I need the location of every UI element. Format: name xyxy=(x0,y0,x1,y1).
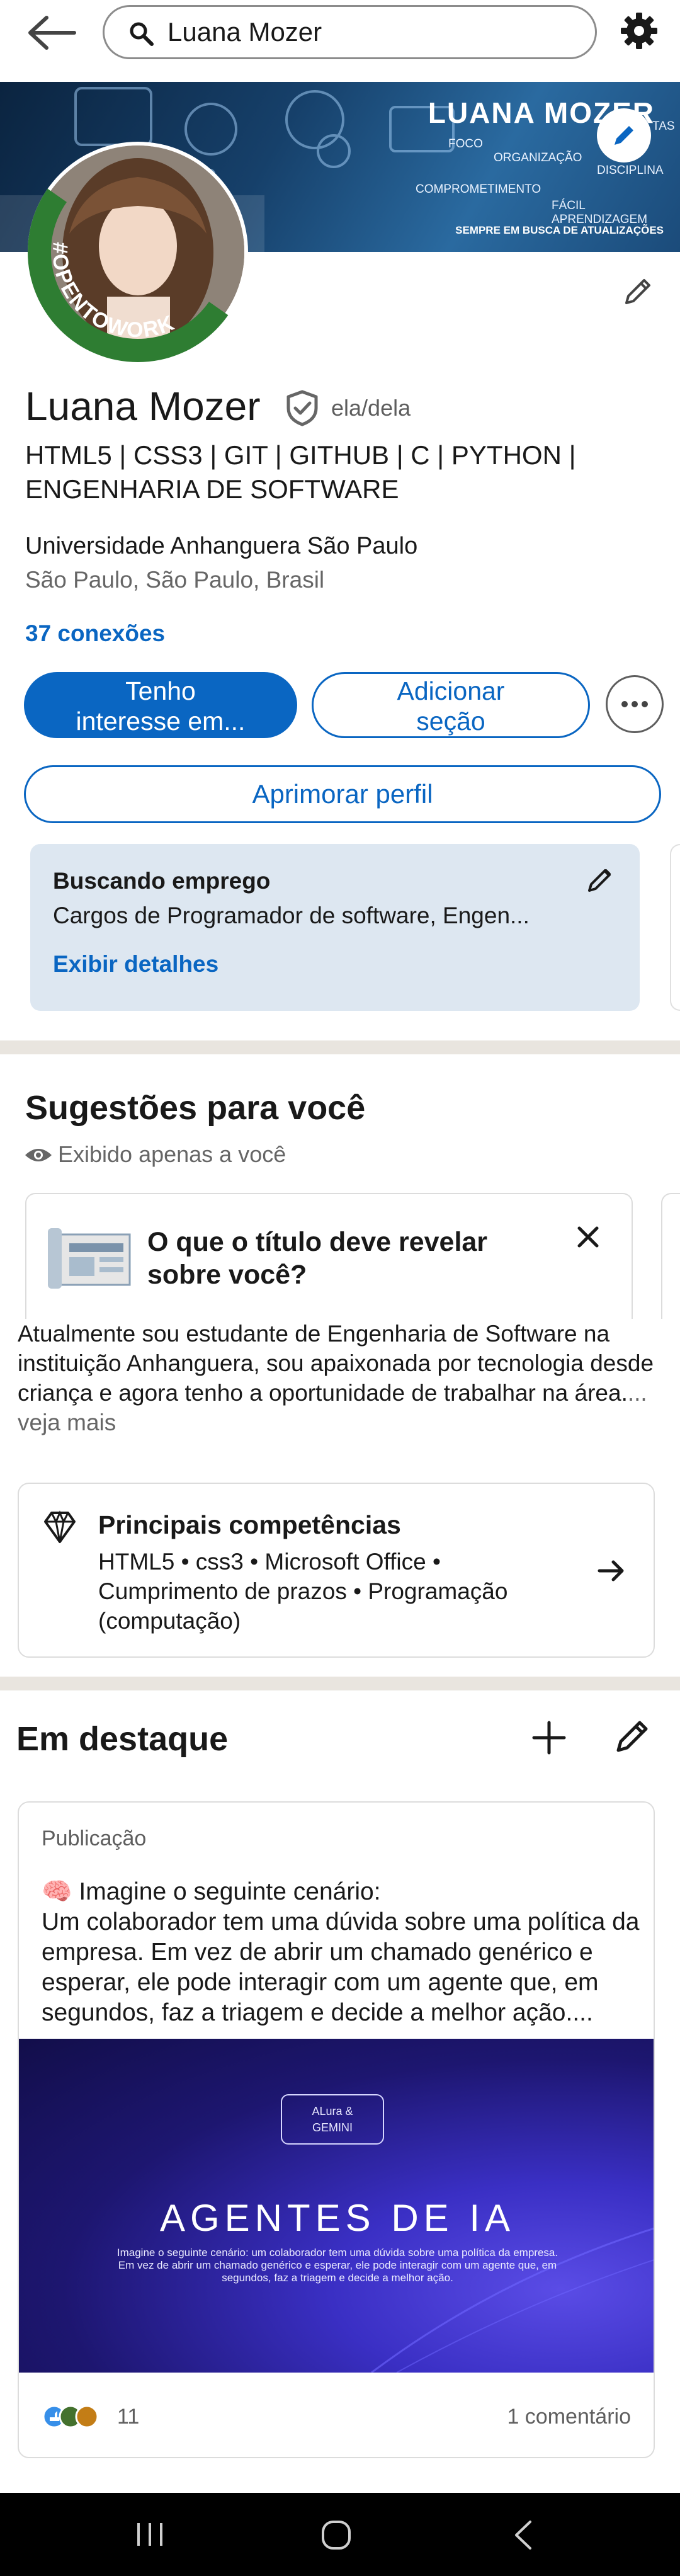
banner-word: ORGANIZAÇÃO xyxy=(494,151,582,164)
open-to-work-card[interactable]: Buscando emprego Cargos de Programador d… xyxy=(30,844,640,1011)
home-icon[interactable] xyxy=(318,2517,354,2553)
back-arrow-icon[interactable] xyxy=(24,14,81,52)
next-card-peek[interactable] xyxy=(670,844,680,1011)
open-to-label-line2: interesse em... xyxy=(76,707,246,736)
suggestions-subtitle: Exibido apenas a você xyxy=(58,1141,286,1167)
verified-shield-icon[interactable] xyxy=(285,389,320,427)
location: São Paulo, São Paulo, Brasil xyxy=(25,567,325,593)
about-text: Atualmente sou estudante de Engenharia d… xyxy=(18,1321,654,1406)
featured-post-card[interactable]: Publicação 🧠 Imagine o seguinte cenário:… xyxy=(18,1801,655,2458)
search-input[interactable]: Luana Mozer xyxy=(103,5,597,59)
add-section-button[interactable]: Adicionar seção xyxy=(312,672,590,738)
banner-word: COMPROMETIMENTO xyxy=(416,183,541,196)
banner-word: FÁCIL APRENDIZAGEM xyxy=(552,199,648,226)
post-image-text: Imagine o seguinte cenário: um colaborad… xyxy=(116,2247,558,2284)
diamond-icon xyxy=(44,1510,76,1543)
section-divider xyxy=(0,1040,680,1054)
pronouns: ela/dela xyxy=(331,395,411,421)
banner-word: FOCO xyxy=(448,137,483,151)
pencil-icon[interactable] xyxy=(612,1716,652,1757)
reaction-count[interactable]: 11 xyxy=(117,2405,139,2429)
edit-banner-button[interactable] xyxy=(597,108,651,162)
close-icon[interactable] xyxy=(574,1223,602,1251)
show-details-link[interactable]: Exibir detalhes xyxy=(53,951,218,977)
open-to-button[interactable]: Tenho interesse em... xyxy=(24,672,297,738)
arrow-right-icon[interactable] xyxy=(596,1557,627,1585)
search-value: Luana Mozer xyxy=(167,17,322,47)
reaction-icons[interactable] xyxy=(42,2401,117,2432)
featured-title: Em destaque xyxy=(16,1720,229,1758)
open-to-work-title: Buscando emprego xyxy=(53,868,271,894)
opentowork-frame: #OPENTOWORK xyxy=(28,185,233,362)
section-divider xyxy=(0,1677,680,1690)
add-icon[interactable] xyxy=(528,1716,570,1759)
suggestions-title: Sugestões para você xyxy=(25,1089,366,1127)
recent-apps-icon[interactable] xyxy=(132,2518,167,2551)
comment-count[interactable]: 1 comentário xyxy=(507,2405,631,2429)
skills-title: Principais competências xyxy=(98,1510,401,1539)
post-image-title: AGENTES DE IA xyxy=(159,2197,516,2239)
top-skills-card[interactable]: Principais competências HTML5 • css3 • M… xyxy=(18,1483,655,1658)
about-section[interactable]: Atualmente sou estudante de Engenharia d… xyxy=(18,1319,666,1437)
post-text: 🧠 Imagine o seguinte cenário: Um colabor… xyxy=(42,1878,640,2026)
top-bar: Luana Mozer xyxy=(0,0,680,79)
eye-icon xyxy=(25,1149,52,1161)
system-nav-bar xyxy=(0,2493,680,2576)
suggestion-text: O que o título deve revelar sobre você? xyxy=(147,1227,488,1290)
post-image[interactable]: ALura & GEMINI AGENTES DE IA Imagine o s… xyxy=(19,2039,654,2373)
open-to-label-line1: Tenho xyxy=(125,676,196,705)
banner-tagline: SEMPRE EM BUSCA DE ATUALIZAÇÕES xyxy=(455,224,664,236)
enhance-profile-button[interactable]: Aprimorar perfil xyxy=(24,765,661,823)
suggestion-card[interactable]: O que o título deve revelar sobre você? xyxy=(25,1193,633,1319)
edit-profile-pencil-icon[interactable] xyxy=(620,274,655,309)
add-section-label-line1: Adicionar xyxy=(397,676,505,705)
add-section-label-line2: seção xyxy=(416,707,485,736)
more-options-button[interactable] xyxy=(606,675,664,733)
skills-list: HTML5 • css3 • Microsoft Office • Cumpri… xyxy=(98,1549,508,1634)
badge-line2: GEMINI xyxy=(312,2121,353,2134)
post-type-label: Publicação xyxy=(42,1827,147,1850)
next-suggestion-peek[interactable] xyxy=(661,1193,680,1319)
connections-link[interactable]: 37 conexões xyxy=(25,620,165,647)
search-icon xyxy=(130,22,154,46)
open-to-work-description: Cargos de Programador de software, Engen… xyxy=(53,903,530,928)
gear-icon[interactable] xyxy=(620,11,659,50)
pencil-icon xyxy=(615,126,633,145)
profile-photo[interactable]: #OPENTOWORK xyxy=(28,142,248,362)
more-dots-icon xyxy=(621,701,648,707)
alura-gemini-badge: ALura & GEMINI xyxy=(281,2094,384,2145)
profile-name: Luana Mozer xyxy=(25,384,261,429)
banner-word: TAS xyxy=(652,120,675,133)
banner-word: DISCIPLINA xyxy=(597,164,664,177)
badge-line1: ALura & xyxy=(312,2105,353,2117)
profile-card-illustration-icon xyxy=(48,1228,131,1289)
education[interactable]: Universidade Anhanguera São Paulo xyxy=(25,533,417,560)
profile-headline: HTML5 | CSS3 | GIT | GITHUB | C | PYTHON… xyxy=(25,440,576,504)
pencil-icon[interactable] xyxy=(584,864,616,896)
back-icon[interactable] xyxy=(509,2517,539,2553)
